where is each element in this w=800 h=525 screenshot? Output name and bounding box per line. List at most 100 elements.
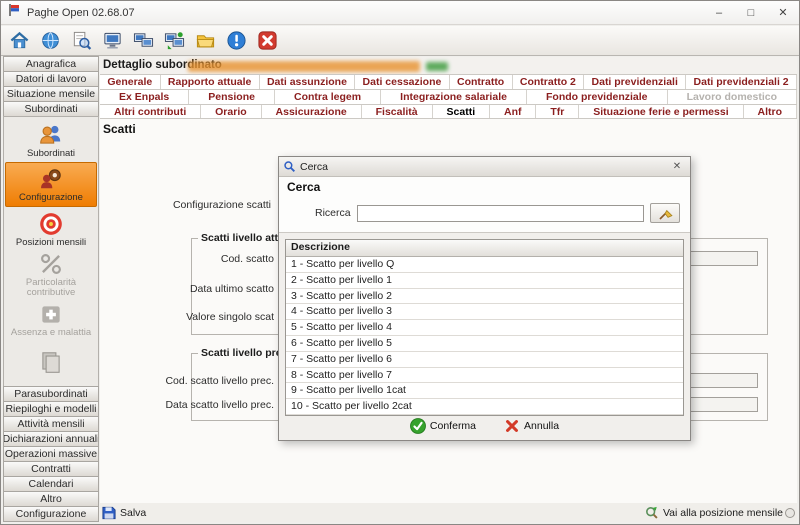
- search-documents-icon: [71, 30, 92, 51]
- sidebar-item-subordinati[interactable]: Subordinati: [3, 101, 99, 117]
- sidebar-icon-assenza-e-malattia: Assenza e malattia: [5, 298, 97, 341]
- sidebar-icon-configurazione[interactable]: Configurazione: [5, 162, 97, 207]
- sidebar: Anagrafica Datori di lavoro Situazione m…: [3, 57, 99, 522]
- tab-orario[interactable]: Orario: [201, 105, 261, 118]
- clear-search-button[interactable]: [650, 203, 680, 223]
- sidebar-icon-subordinati[interactable]: Subordinati: [5, 119, 97, 162]
- sidebar-item-attivita-mensili[interactable]: Attività mensili: [3, 416, 99, 432]
- dialog-section-header: Cerca: [287, 180, 320, 194]
- confirm-button[interactable]: Conferma: [410, 418, 476, 434]
- people-icon: [38, 122, 64, 148]
- list-item[interactable]: 8 - Scatto per livello 7: [286, 368, 683, 384]
- sidebar-item-parasubordinati[interactable]: Parasubordinati: [3, 386, 99, 402]
- cancel-button[interactable]: Annulla: [504, 418, 559, 434]
- title-bar: Paghe Open 02.68.07 – □ ✕: [1, 1, 799, 25]
- dialog-buttons: Conferma Annulla: [279, 416, 690, 436]
- minimize-button[interactable]: –: [703, 1, 735, 24]
- sidebar-item-datori-di-lavoro[interactable]: Datori di lavoro: [3, 71, 99, 87]
- dialog-title-bar[interactable]: Cerca ✕: [279, 157, 690, 177]
- close-window-button[interactable]: ✕: [767, 1, 799, 24]
- network-icon: [133, 30, 154, 51]
- sidebar-item-situazione-mensile[interactable]: Situazione mensile: [3, 86, 99, 102]
- search-input[interactable]: [357, 205, 644, 222]
- tab-situazione-ferie-e-permessi[interactable]: Situazione ferie e permessi: [579, 105, 743, 118]
- sidebar-item-riepiloghi-e-modelli[interactable]: Riepiloghi e modelli: [3, 401, 99, 417]
- network-button[interactable]: [131, 29, 155, 53]
- tab-dati-assunzione[interactable]: Dati assunzione: [260, 75, 356, 89]
- list-item[interactable]: 10 - Scatto per livello 2cat: [286, 399, 683, 415]
- percent-icon: [38, 251, 64, 277]
- status-indicator: [785, 508, 795, 518]
- computer-button[interactable]: [100, 29, 124, 53]
- data-scatto-prec-label: Data scatto livello prec.: [165, 399, 274, 411]
- search-documents-button[interactable]: [69, 29, 93, 53]
- tab-altri-contributi[interactable]: Altri contributi: [100, 105, 201, 118]
- tab-dati-previdenziali[interactable]: Dati previdenziali: [584, 75, 686, 89]
- exit-icon: [257, 30, 278, 51]
- sidebar-item-operazioni-massive[interactable]: Operazioni massive: [3, 446, 99, 462]
- tab-contratto[interactable]: Contratto: [450, 75, 513, 89]
- tab-fiscalita[interactable]: Fiscalità: [362, 105, 433, 118]
- list-item[interactable]: 9 - Scatto per livello 1cat: [286, 383, 683, 399]
- tab-pensione[interactable]: Pensione: [189, 90, 275, 104]
- list-item[interactable]: 6 - Scatto per livello 5: [286, 336, 683, 352]
- sidebar-icon-posizioni-mensili[interactable]: Posizioni mensili: [5, 207, 97, 250]
- archive-button[interactable]: [193, 29, 217, 53]
- maximize-button[interactable]: □: [735, 1, 767, 24]
- dialog-search-row: Ricerca: [279, 203, 690, 223]
- list-column-header[interactable]: Descrizione: [286, 240, 683, 257]
- sidebar-item-altro[interactable]: Altro: [3, 491, 99, 507]
- list-item[interactable]: 3 - Scatto per livello 2: [286, 289, 683, 305]
- tab-dati-previdenziali-2[interactable]: Dati previdenziali 2: [686, 75, 797, 89]
- dialog-title: Cerca: [300, 161, 668, 173]
- tab-generale[interactable]: Generale: [100, 75, 161, 89]
- medical-cross-icon: [38, 301, 64, 327]
- go-to-monthly-position-link[interactable]: Vai alla posizione mensile: [645, 506, 783, 520]
- redacted-employee-name: [188, 61, 420, 72]
- network-active-button[interactable]: [162, 29, 186, 53]
- computer-icon: [102, 30, 123, 51]
- list-item[interactable]: 7 - Scatto per livello 6: [286, 352, 683, 368]
- tab-ex-enpals[interactable]: Ex Enpals: [100, 90, 189, 104]
- results-list: Descrizione 1 - Scatto per livello Q 2 -…: [285, 239, 684, 416]
- dialog-close-button[interactable]: ✕: [668, 159, 686, 175]
- sidebar-icon-panel: Subordinati Configurazione Posizioni men…: [3, 116, 99, 387]
- home-button[interactable]: [7, 29, 31, 53]
- list-item[interactable]: 5 - Scatto per livello 4: [286, 320, 683, 336]
- tab-altro[interactable]: Altro: [744, 105, 797, 118]
- list-item[interactable]: 2 - Scatto per livello 1: [286, 273, 683, 289]
- sidebar-item-dichiarazioni-annuali[interactable]: Dichiarazioni annuali: [3, 431, 99, 447]
- cod-scatto-prec-label: Cod. scatto livello prec.: [165, 375, 274, 387]
- list-item[interactable]: 4 - Scatto per livello 3: [286, 304, 683, 320]
- check-circle-icon: [410, 418, 426, 434]
- tab-fondo-previdenziale[interactable]: Fondo previdenziale: [527, 90, 668, 104]
- tab-dati-cessazione[interactable]: Dati cessazione: [355, 75, 449, 89]
- tab-assicurazione[interactable]: Assicurazione: [262, 105, 362, 118]
- exit-button[interactable]: [255, 29, 279, 53]
- broom-icon: [657, 205, 674, 222]
- info-button[interactable]: [224, 29, 248, 53]
- data-ultimo-scatto-label: Data ultimo scatto: [190, 283, 274, 295]
- tab-integrazione-salariale[interactable]: Integrazione salariale: [381, 90, 527, 104]
- sidebar-item-contratti[interactable]: Contratti: [3, 461, 99, 477]
- tab-rapporto-attuale[interactable]: Rapporto attuale: [161, 75, 260, 89]
- tab-scatti[interactable]: Scatti: [433, 105, 490, 118]
- toolbar: [1, 26, 799, 56]
- redacted-company-code: [426, 62, 448, 71]
- save-button[interactable]: Salva: [102, 506, 146, 520]
- sidebar-item-configurazione[interactable]: Configurazione: [3, 506, 99, 522]
- dialog-search-section: Cerca Ricerca: [279, 177, 690, 233]
- info-icon: [226, 30, 247, 51]
- tab-tfr[interactable]: Tfr: [536, 105, 579, 118]
- sidebar-item-anagrafica[interactable]: Anagrafica: [3, 56, 99, 72]
- tab-contratto-2[interactable]: Contratto 2: [513, 75, 585, 89]
- target-icon: [38, 211, 64, 237]
- list-item[interactable]: 1 - Scatto per livello Q: [286, 257, 683, 273]
- tab-contra-legem[interactable]: Contra legem: [275, 90, 381, 104]
- tab-anf[interactable]: Anf: [490, 105, 536, 118]
- globe-button[interactable]: [38, 29, 62, 53]
- sidebar-item-calendari[interactable]: Calendari: [3, 476, 99, 492]
- app-icon: [7, 3, 21, 22]
- window-controls: – □ ✕: [703, 1, 799, 24]
- person-gear-icon: [38, 166, 64, 192]
